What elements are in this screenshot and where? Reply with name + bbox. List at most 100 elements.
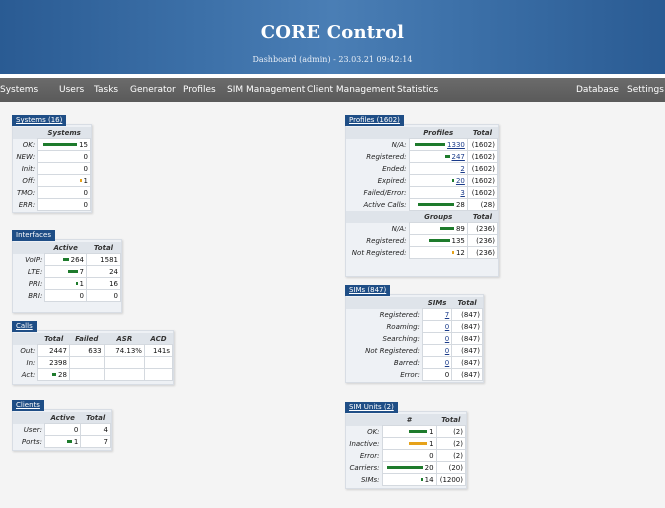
calls-panel-title[interactable]: Calls xyxy=(12,321,37,332)
value-cell: 7 xyxy=(44,265,87,278)
total-cell: (236) xyxy=(466,222,499,235)
value-text: 28 xyxy=(58,370,67,379)
value-cell[interactable]: 20 xyxy=(408,174,468,187)
simunits-panel-title[interactable]: SIM Units (2) xyxy=(345,402,398,413)
nav-item-users[interactable]: Users xyxy=(59,85,84,95)
row-label: Roaming: xyxy=(386,322,420,331)
status-bar xyxy=(420,478,423,481)
table-row: Carriers: 20 (20) xyxy=(346,461,467,474)
value-text[interactable]: 1330 xyxy=(447,141,465,149)
value-text: 28 xyxy=(455,200,465,209)
table-row: ERR: 0 xyxy=(13,198,91,211)
table-row: Roaming: 0 (847) xyxy=(346,320,483,333)
value-cell[interactable]: 3 xyxy=(408,186,468,199)
row-label: Registered: xyxy=(366,152,407,161)
value-text[interactable]: 7 xyxy=(445,311,449,319)
app-header: CORE Control Dashboard (admin) - 23.03.2… xyxy=(0,0,665,74)
status-bar xyxy=(66,440,72,443)
row-label: PRI: xyxy=(28,279,43,288)
systems-panel-title[interactable]: Systems (16) xyxy=(12,115,67,126)
value-cell: 0 xyxy=(37,150,91,163)
row-label: Not Registered: xyxy=(365,346,420,355)
table-row: BRI: 0 0 xyxy=(13,289,121,302)
total-cell: (847) xyxy=(451,320,483,333)
value-text[interactable]: 3 xyxy=(460,189,464,197)
total-cell: (28) xyxy=(466,198,499,211)
value-text: 0 xyxy=(444,370,450,379)
table-row: Act: 28 xyxy=(13,368,174,381)
failed-cell xyxy=(68,368,105,381)
value-text: 0 xyxy=(83,152,88,161)
row-label: Error: xyxy=(359,451,380,460)
nav-item-statistics[interactable]: Statistics xyxy=(397,85,438,95)
value-text[interactable]: 0 xyxy=(445,359,449,367)
systems-table: Systems OK: 15 NEW: 0 Init: 0 Off: 1 TMO: 0 ERR: 0 xyxy=(13,127,91,211)
table-row: OK: 15 xyxy=(13,138,91,151)
value-cell[interactable]: 7 xyxy=(421,308,453,321)
nav-item-profiles[interactable]: Profiles xyxy=(183,85,216,95)
groups-rows: N/A: 89 (236) Registered: 135 (236) Not Regist… xyxy=(346,222,499,259)
profiles-col-profiles: Profiles xyxy=(409,127,468,139)
value-text[interactable]: 0 xyxy=(445,347,449,355)
nav-item-settings[interactable]: Settings xyxy=(627,85,664,95)
value-cell[interactable]: 0 xyxy=(421,332,453,345)
systems-col-header: Systems xyxy=(37,127,91,139)
table-row: In: 2398 xyxy=(13,356,174,369)
status-bar xyxy=(439,227,454,230)
sims-table: SIMs Total Registered: 7 (847) Roaming: 0 (847… xyxy=(346,297,483,381)
total-cell: (1602) xyxy=(466,174,499,187)
nav-item-sim-management[interactable]: SIM Management xyxy=(227,85,305,95)
asr-cell: 74.13% xyxy=(103,344,145,357)
total-cell: (236) xyxy=(466,234,499,247)
value-cell: 28 xyxy=(37,368,70,381)
total-cell: 1581 xyxy=(86,253,121,266)
nav-item-tasks[interactable]: Tasks xyxy=(94,85,118,95)
systems-panel: Systems (16) Systems OK: 15 NEW: 0 Init: 0 Off… xyxy=(12,115,92,213)
row-label: Ended: xyxy=(382,164,407,173)
profiles-panel-title[interactable]: Profiles (1602) xyxy=(345,115,404,126)
value-text: 14 xyxy=(424,475,434,484)
value-cell[interactable]: 247 xyxy=(408,150,468,163)
value-cell[interactable]: 0 xyxy=(421,356,453,369)
asr-cell xyxy=(103,356,145,369)
total-cell: (1200) xyxy=(435,473,467,486)
interfaces-panel-title: Interfaces xyxy=(12,230,55,241)
status-bar xyxy=(67,270,78,273)
value-text[interactable]: 0 xyxy=(445,335,449,343)
value-text[interactable]: 20 xyxy=(456,177,465,185)
value-cell: 14 xyxy=(381,473,437,486)
calls-col-asr: ASR xyxy=(104,333,145,345)
total-cell: (2) xyxy=(435,449,467,462)
value-text: 1 xyxy=(429,439,434,448)
table-row: Not Registered: 0 (847) xyxy=(346,344,483,357)
row-label: Act: xyxy=(21,370,36,379)
row-label: Failed/Error: xyxy=(363,188,407,197)
status-bar xyxy=(75,282,78,285)
value-text[interactable]: 2 xyxy=(460,165,464,173)
table-row: Registered: 7 (847) xyxy=(346,308,483,321)
app-title: CORE Control xyxy=(260,22,405,43)
groups-col-groups: Groups xyxy=(409,210,468,223)
value-cell[interactable]: 1330 xyxy=(408,138,468,151)
value-cell: 0 xyxy=(37,162,91,175)
acd-cell xyxy=(143,368,174,381)
clients-col-active: Active xyxy=(44,412,81,424)
nav-item-generator[interactable]: Generator xyxy=(130,85,176,95)
nav-item-database[interactable]: Database xyxy=(576,85,619,95)
value-cell[interactable]: 0 xyxy=(421,320,453,333)
value-cell[interactable]: 2 xyxy=(408,162,468,175)
nav-item-systems[interactable]: Systems xyxy=(0,85,38,95)
sims-panel-title[interactable]: SIMs (847) xyxy=(345,285,391,296)
value-text[interactable]: 0 xyxy=(445,323,449,331)
table-row: User: 0 4 xyxy=(13,423,111,436)
clients-panel-title[interactable]: Clients xyxy=(12,400,44,411)
row-label: Active Calls: xyxy=(363,200,407,209)
nav-item-client-management[interactable]: Client Management xyxy=(307,85,395,95)
value-cell[interactable]: 0 xyxy=(421,344,453,357)
table-row: Not Registered: 12 (236) xyxy=(346,246,499,259)
value-text[interactable]: 247 xyxy=(452,153,465,161)
value-cell: 2398 xyxy=(37,356,70,369)
value-cell: 1 xyxy=(44,435,82,448)
row-label: In: xyxy=(26,358,36,367)
total-cell: 4 xyxy=(80,423,111,436)
